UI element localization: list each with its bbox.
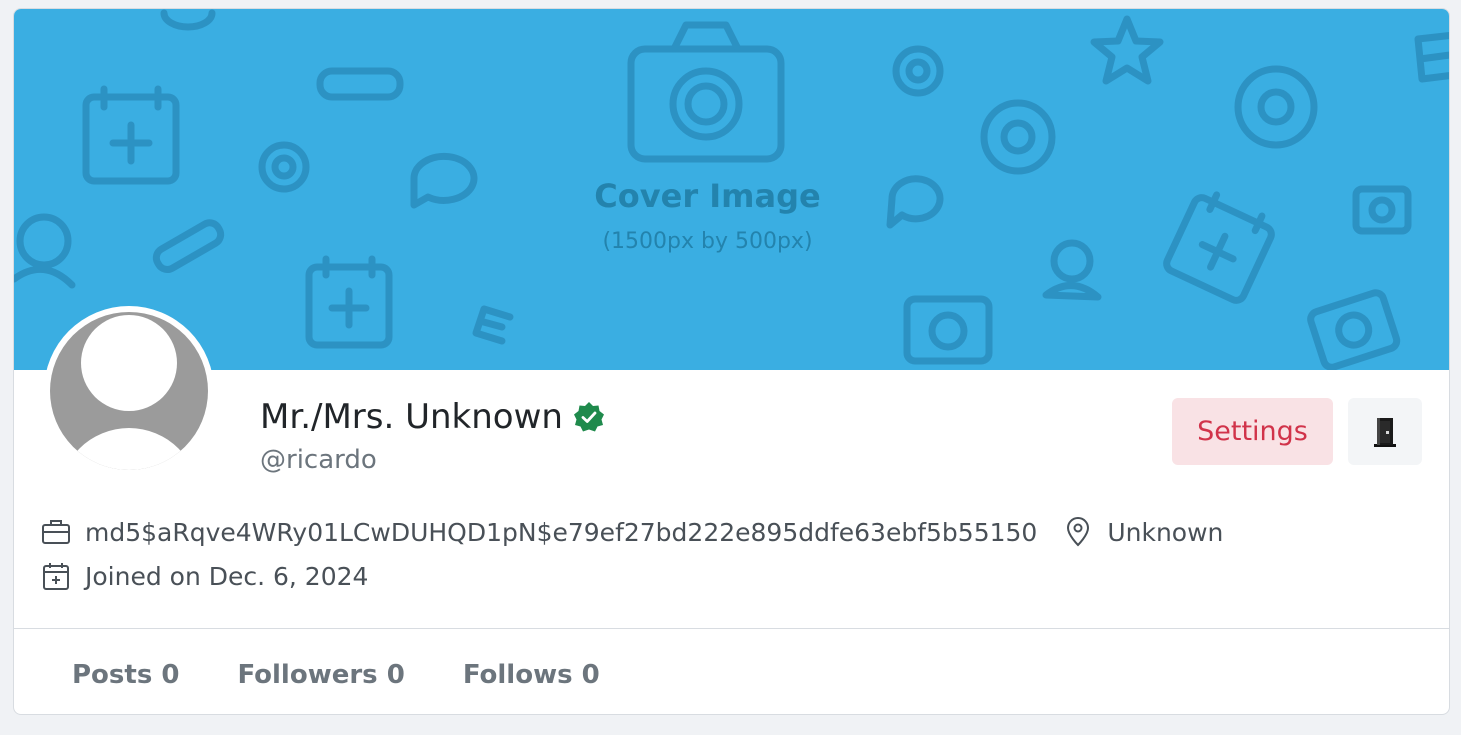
divider xyxy=(14,628,1449,629)
avatar[interactable] xyxy=(44,306,214,476)
display-name: Mr./Mrs. Unknown xyxy=(260,397,563,437)
tab-follows[interactable]: Follows 0 xyxy=(463,660,600,690)
work-text: md5$aRqve4WRy01LCwDUHQD1pN$e79ef27bd222e… xyxy=(85,517,1038,547)
profile-stats: Posts 0 Followers 0 Follows 0 xyxy=(72,660,600,690)
work-location-row: md5$aRqve4WRy01LCwDUHQD1pN$e79ef27bd222e… xyxy=(41,517,1223,547)
settings-button[interactable]: Settings xyxy=(1172,398,1333,465)
location-text: Unknown xyxy=(1107,517,1224,547)
joined-row: Joined on Dec. 6, 2024 xyxy=(41,561,368,591)
cover-title: Cover Image xyxy=(594,177,821,215)
location-pin-icon xyxy=(1063,517,1093,547)
tab-followers[interactable]: Followers 0 xyxy=(237,660,404,690)
door-icon xyxy=(1374,417,1396,447)
cover-subtitle: (1500px by 500px) xyxy=(602,229,813,254)
cover-image: Cover Image (1500px by 500px) xyxy=(14,9,1449,370)
verified-badge-icon xyxy=(573,402,604,432)
briefcase-icon xyxy=(41,517,71,547)
user-handle: @ricardo xyxy=(260,445,377,475)
tab-posts[interactable]: Posts 0 xyxy=(72,660,179,690)
avatar-placeholder-icon xyxy=(50,312,208,470)
calendar-plus-icon xyxy=(41,561,71,591)
logout-button[interactable] xyxy=(1348,398,1422,465)
profile-name-row: Mr./Mrs. Unknown xyxy=(260,397,605,437)
profile-card: Cover Image (1500px by 500px) Mr./Mrs. U… xyxy=(13,8,1450,715)
joined-date: Joined on Dec. 6, 2024 xyxy=(85,561,369,591)
